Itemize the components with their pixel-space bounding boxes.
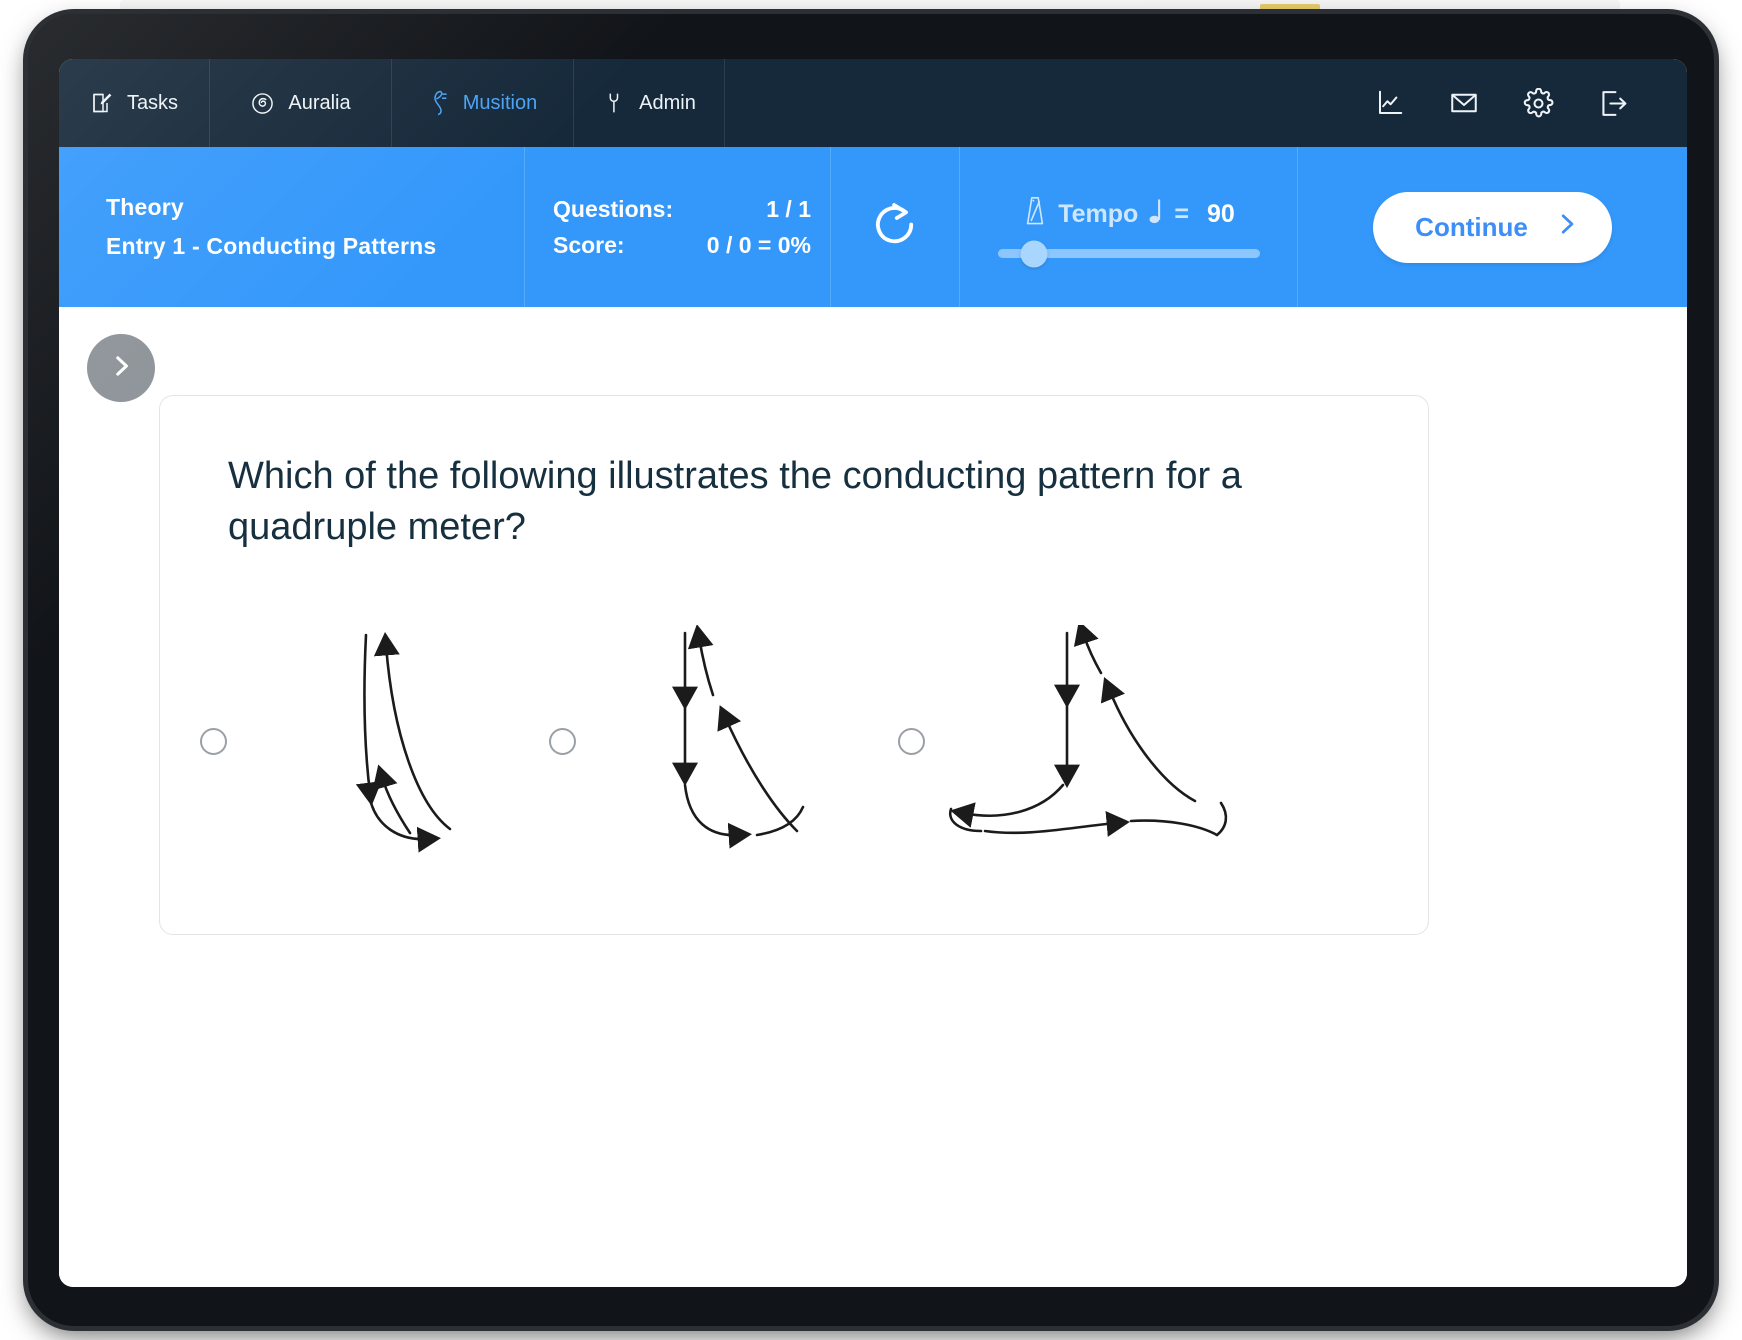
logout-icon[interactable] — [1598, 88, 1629, 119]
wrench-icon — [602, 91, 626, 115]
nav-tab-admin[interactable]: Admin — [574, 59, 725, 147]
answer-option-3-radio[interactable] — [898, 727, 925, 755]
continue-area: Continue — [1298, 147, 1687, 307]
browser-tab-indicator — [1260, 4, 1320, 12]
quarter-note-icon — [1148, 196, 1164, 233]
quiz-header-bar: Theory Entry 1 - Conducting Patterns Que… — [59, 147, 1687, 307]
nav-tab-musition[interactable]: Musition — [392, 59, 574, 147]
duple-meter-conducting-pattern-icon — [237, 621, 549, 861]
ear-spiral-icon — [250, 91, 275, 116]
device-viewport: Tasks Auralia Musition Admin Theory Entr… — [59, 59, 1687, 1287]
tempo-control: Tempo = 90 — [960, 147, 1298, 307]
quadruple-meter-conducting-pattern-icon — [935, 621, 1247, 861]
tempo-value: 90 — [1206, 200, 1235, 228]
chevron-right-icon — [1554, 209, 1580, 246]
nav-tab-label: Musition — [462, 91, 538, 114]
question-text: Which of the following illustrates the c… — [228, 455, 1242, 548]
questions-label: Questions: — [553, 195, 674, 222]
next-question-button[interactable] — [87, 334, 155, 402]
nav-tab-label: Auralia — [288, 91, 351, 114]
metronome-icon — [1022, 196, 1048, 233]
music-clef-icon — [428, 90, 450, 116]
questions-stat-row: Questions: 1 / 1 — [553, 196, 811, 223]
answer-option-1-radio[interactable] — [200, 727, 227, 755]
refresh-icon — [868, 198, 922, 257]
tempo-label: Tempo — [1058, 200, 1139, 228]
pencil-note-icon — [90, 91, 114, 115]
answer-option-1[interactable] — [200, 621, 549, 861]
entry-name: Entry 1 - Conducting Patterns — [106, 233, 437, 259]
tempo-slider[interactable] — [997, 240, 1260, 267]
score-label: Score: — [553, 231, 625, 258]
nav-tab-label: Tasks — [126, 91, 179, 114]
score-stat-row: Score: 0 / 0 = 0% — [553, 232, 811, 259]
answer-option-2[interactable] — [549, 621, 898, 861]
score-value: 0 / 0 = 0% — [706, 231, 811, 258]
quiz-title-block: Theory Entry 1 - Conducting Patterns — [59, 147, 525, 307]
question-content-area: Which of the following illustrates the c… — [59, 307, 1687, 1287]
quiz-stats-block: Questions: 1 / 1 Score: 0 / 0 = 0% — [525, 147, 831, 307]
gear-icon[interactable] — [1523, 87, 1554, 119]
screen-root: Tasks Auralia Musition Admin Theory Entr… — [0, 0, 1742, 1340]
tempo-slider-thumb[interactable] — [1020, 240, 1048, 267]
question-card: Which of the following illustrates the c… — [159, 395, 1429, 935]
tempo-equals-sign: = — [1174, 200, 1189, 228]
answer-options-list — [200, 611, 1390, 871]
chevron-right-icon — [108, 353, 134, 384]
nav-tab-tasks[interactable]: Tasks — [59, 59, 210, 147]
nav-action-icons — [1375, 59, 1687, 147]
course-name: Theory — [106, 194, 184, 220]
nav-tab-label: Admin — [639, 91, 696, 114]
answer-option-3[interactable] — [898, 621, 1247, 861]
questions-value: 1 / 1 — [766, 195, 811, 222]
refresh-button[interactable] — [831, 147, 960, 307]
tempo-readout: Tempo = 90 — [1022, 196, 1235, 233]
nav-tab-auralia[interactable]: Auralia — [210, 59, 392, 147]
reports-icon[interactable] — [1375, 88, 1405, 118]
answer-option-2-radio[interactable] — [549, 727, 576, 755]
mail-icon[interactable] — [1449, 88, 1479, 118]
triple-meter-conducting-pattern-icon — [586, 621, 898, 861]
continue-button[interactable]: Continue — [1373, 191, 1612, 263]
continue-button-label: Continue — [1415, 211, 1528, 242]
top-navigation-bar: Tasks Auralia Musition Admin — [59, 59, 1687, 147]
